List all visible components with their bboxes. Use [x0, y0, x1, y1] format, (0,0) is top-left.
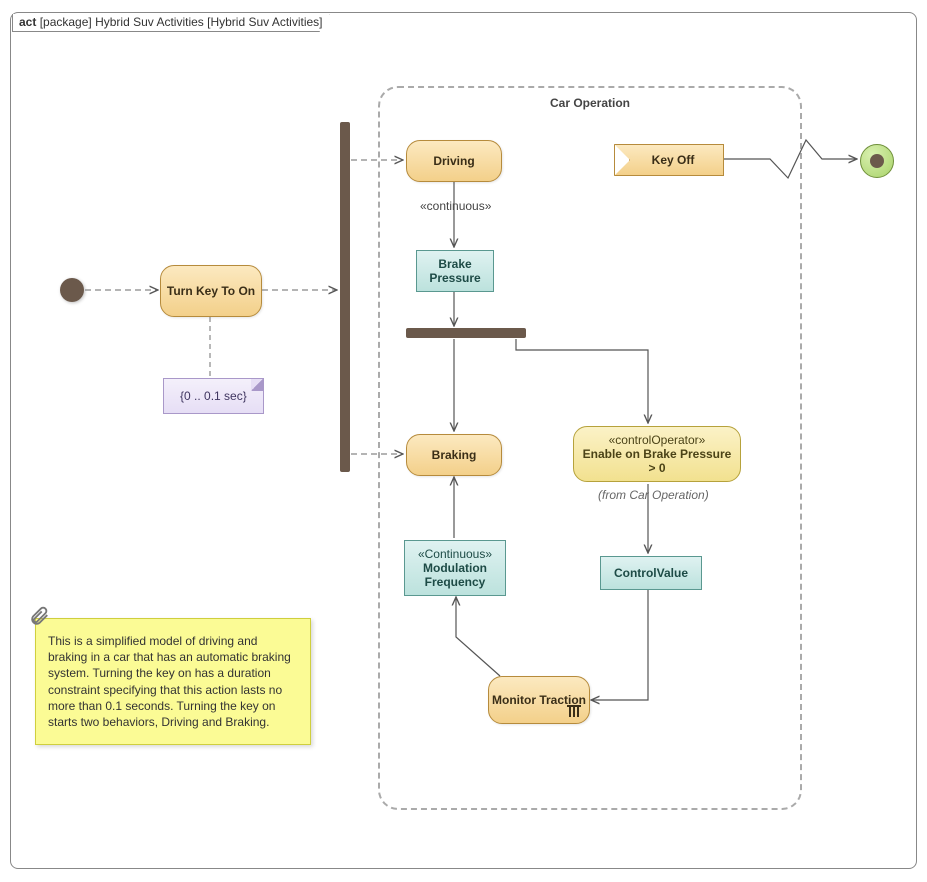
accept-event-label: Key Off — [644, 153, 695, 167]
sticky-text: This is a simplified model of driving an… — [48, 634, 291, 729]
frame-pkg: [package] — [40, 15, 92, 29]
activity-final[interactable] — [860, 144, 894, 178]
initial-node[interactable] — [60, 278, 84, 302]
from-label: (from Car Operation) — [598, 488, 709, 502]
frame-label: act [package] Hybrid Suv Activities [Hyb… — [12, 14, 330, 32]
stereotype: «Continuous» — [418, 547, 492, 561]
object-control-value[interactable]: ControlValue — [600, 556, 702, 590]
ctrl-op-label: Enable on Brake Pressure > 0 — [583, 447, 732, 475]
activity-diagram: act [package] Hybrid Suv Activities [Hyb… — [0, 0, 927, 882]
action-monitor-traction[interactable]: Monitor Traction — [488, 676, 590, 724]
sticky-note[interactable]: This is a simplified model of driving an… — [35, 618, 311, 745]
control-operator-enable[interactable]: «controlOperator» Enable on Brake Pressu… — [573, 426, 741, 482]
object-brake-pressure[interactable]: Brake Pressure — [416, 250, 494, 292]
frame-name: Hybrid Suv Activities — [95, 15, 204, 29]
accept-event-notch — [614, 144, 630, 176]
action-braking[interactable]: Braking — [406, 434, 502, 476]
region-title: Car Operation — [380, 96, 800, 110]
final-dot — [870, 154, 884, 168]
action-turn-key-on[interactable]: Turn Key To On — [160, 265, 262, 317]
fork-node-2[interactable] — [406, 328, 526, 338]
object-label: Modulation Frequency — [405, 561, 505, 589]
object-label: ControlValue — [614, 566, 688, 580]
fork-node[interactable] — [340, 122, 350, 472]
frame-bracket: [Hybrid Suv Activities] — [207, 15, 322, 29]
accept-event-key-off[interactable]: Key Off — [614, 144, 724, 176]
stereotype: «controlOperator» — [582, 433, 732, 447]
action-label: Driving — [433, 154, 474, 168]
action-driving[interactable]: Driving — [406, 140, 502, 182]
action-label: Braking — [432, 448, 477, 462]
edge-label-continuous: «continuous» — [420, 199, 491, 213]
frame-kind: act — [19, 15, 36, 29]
action-label: Turn Key To On — [167, 284, 255, 298]
object-label: Brake Pressure — [417, 257, 493, 285]
constraint-note[interactable]: {0 .. 0.1 sec} — [163, 378, 264, 414]
constraint-text: {0 .. 0.1 sec} — [180, 389, 247, 403]
object-modulation-frequency[interactable]: «Continuous» Modulation Frequency — [404, 540, 506, 596]
rake-icon — [567, 705, 581, 717]
paperclip-icon — [28, 605, 50, 627]
